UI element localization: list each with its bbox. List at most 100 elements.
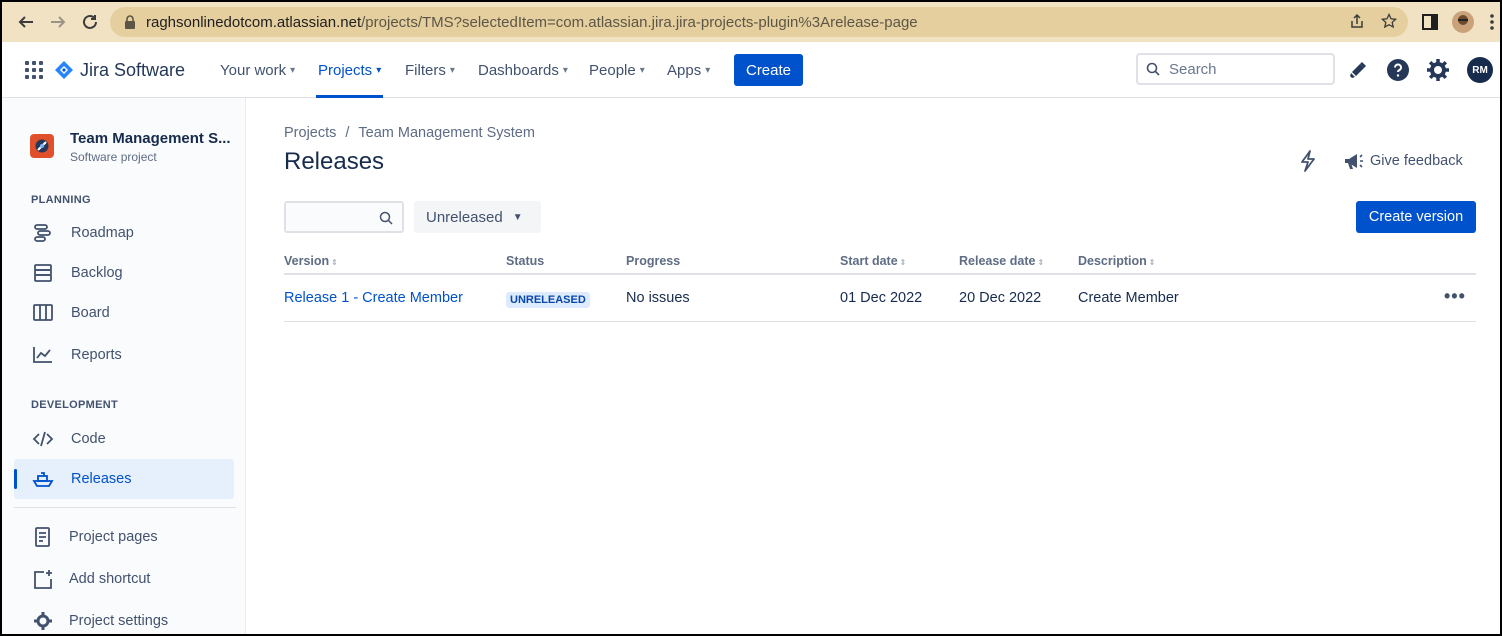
version-link[interactable]: Release 1 - Create Member [284,290,463,306]
column-status: Status [506,254,544,268]
status-filter-dropdown[interactable]: Unreleased ▼ [414,201,541,233]
roadmap-icon [34,224,51,242]
project-pages-icon [35,527,50,547]
nav-label: Filters [405,61,446,79]
chevron-down-icon: ▾ [290,64,296,76]
release-date: 20 Dec 2022 [959,290,1042,306]
search-input[interactable]: Search [1136,53,1335,85]
project-avatar-icon[interactable] [30,134,54,158]
column-label: Version [284,254,330,268]
nav-label: Your work [220,61,287,79]
browser-menu-icon[interactable] [1480,10,1500,34]
board-icon [33,304,53,321]
automation-bolt-icon[interactable] [1298,150,1318,172]
breadcrumb-projects[interactable]: Projects [284,125,336,141]
breadcrumb: Projects / Team Management System [284,125,535,141]
column-start-date[interactable]: Start date ⇕ [840,254,906,268]
sort-icon: ⇕ [1037,258,1045,267]
planning-heading: PLANNING [31,194,91,206]
browser-toolbar: raghsonlinedotcom.atlassian.net/projects… [2,2,1500,42]
create-button[interactable]: Create [734,54,803,86]
sidebar-item-project-pages[interactable]: Project pages [14,517,234,557]
status-badge: UNRELEASED [506,292,590,308]
sidebar-item-label: Reports [71,347,122,363]
search-icon [1146,62,1160,76]
column-version[interactable]: Version ⇕ [284,254,338,268]
profile-avatar-icon[interactable] [1451,10,1475,34]
app-switcher-icon[interactable] [24,60,44,80]
create-version-button[interactable]: Create version [1356,201,1476,233]
sidebar-item-label: Add shortcut [69,571,151,587]
chevron-down-icon: ▾ [639,64,645,76]
project-sidebar: Team Management S... Software project PL… [2,98,246,634]
description-text: Create Member [1078,290,1179,306]
add-shortcut-icon [34,570,52,589]
sort-icon: ⇕ [331,258,338,267]
top-navigation: Jira Software Your work ▾ Projects ▾ Filte… [2,42,1500,98]
nav-label: People [589,61,636,79]
column-label: Description [1078,254,1147,268]
forward-icon[interactable] [46,10,70,34]
sidebar-item-label: Roadmap [71,225,134,241]
code-icon [32,431,54,447]
column-release-date[interactable]: Release date ⇕ [959,254,1044,268]
sidebar-item-add-shortcut[interactable]: Add shortcut [14,559,234,599]
sidepanel-icon[interactable] [1418,10,1442,34]
sidebar-item-label: Board [71,305,110,321]
backlog-icon [34,264,52,282]
column-label: Status [506,254,545,268]
lock-icon [125,15,135,29]
nav-your-work[interactable]: Your work ▾ [220,42,295,98]
column-label: Start date [840,254,898,268]
sidebar-item-label: Backlog [71,265,123,281]
more-actions-icon[interactable]: ••• [1444,286,1466,307]
breadcrumb-project[interactable]: Team Management System [358,125,535,141]
give-feedback-button[interactable]: Give feedback [1342,150,1463,172]
start-date: 01 Dec 2022 [840,290,923,306]
notifications-icon[interactable] [1346,58,1370,82]
reports-chart-icon [33,347,52,363]
version-search-input[interactable] [284,201,404,233]
nav-projects[interactable]: Projects ▾ [316,42,384,98]
settings-gear-icon [34,612,52,630]
breadcrumb-separator: / [345,125,350,141]
settings-gear-icon[interactable] [1426,58,1450,82]
sidebar-item-backlog[interactable]: Backlog [14,253,234,293]
chevron-down-icon: ▾ [705,64,711,76]
logo-text: Jira Software [80,59,186,80]
jira-diamond-icon [55,61,73,79]
project-name[interactable]: Team Management S... [70,130,231,147]
sidebar-divider [14,507,236,508]
bookmark-star-icon[interactable] [1380,12,1398,31]
user-avatar[interactable]: RM [1467,57,1493,83]
table-row: Release 1 - Create Member UNRELEASED No … [284,276,1476,322]
sidebar-item-label: Project pages [69,529,158,545]
nav-filters[interactable]: Filters ▾ [405,42,455,98]
sidebar-item-reports[interactable]: Reports [14,335,234,375]
reload-icon[interactable] [78,10,102,34]
search-placeholder: Search [1169,61,1217,78]
sidebar-item-label: Releases [71,471,132,487]
development-heading: DEVELOPMENT [31,399,119,411]
column-label: Progress [626,254,681,268]
give-feedback-label: Give feedback [1370,153,1463,169]
sidebar-item-releases[interactable]: Releases [14,459,234,499]
sidebar-item-roadmap[interactable]: Roadmap [14,213,234,253]
back-icon[interactable] [14,10,38,34]
nav-label: Dashboards [478,61,559,79]
nav-apps[interactable]: Apps ▾ [667,42,710,98]
sidebar-item-board[interactable]: Board [14,293,234,333]
jira-logo[interactable]: Jira Software [54,58,185,82]
sidebar-item-project-settings[interactable]: Project settings [14,601,234,634]
progress-text: No issues [626,290,690,306]
help-icon[interactable] [1386,58,1410,82]
nav-dashboards[interactable]: Dashboards ▾ [478,42,568,98]
share-icon[interactable] [1348,13,1366,31]
sidebar-item-label: Code [71,431,106,447]
column-description[interactable]: Description ⇕ [1078,254,1155,268]
sort-icon: ⇕ [899,258,907,267]
address-bar[interactable]: raghsonlinedotcom.atlassian.net/projects… [110,7,1408,37]
status-filter-value: Unreleased [426,208,503,226]
nav-people[interactable]: People ▾ [589,42,645,98]
sidebar-item-code[interactable]: Code [14,419,234,459]
